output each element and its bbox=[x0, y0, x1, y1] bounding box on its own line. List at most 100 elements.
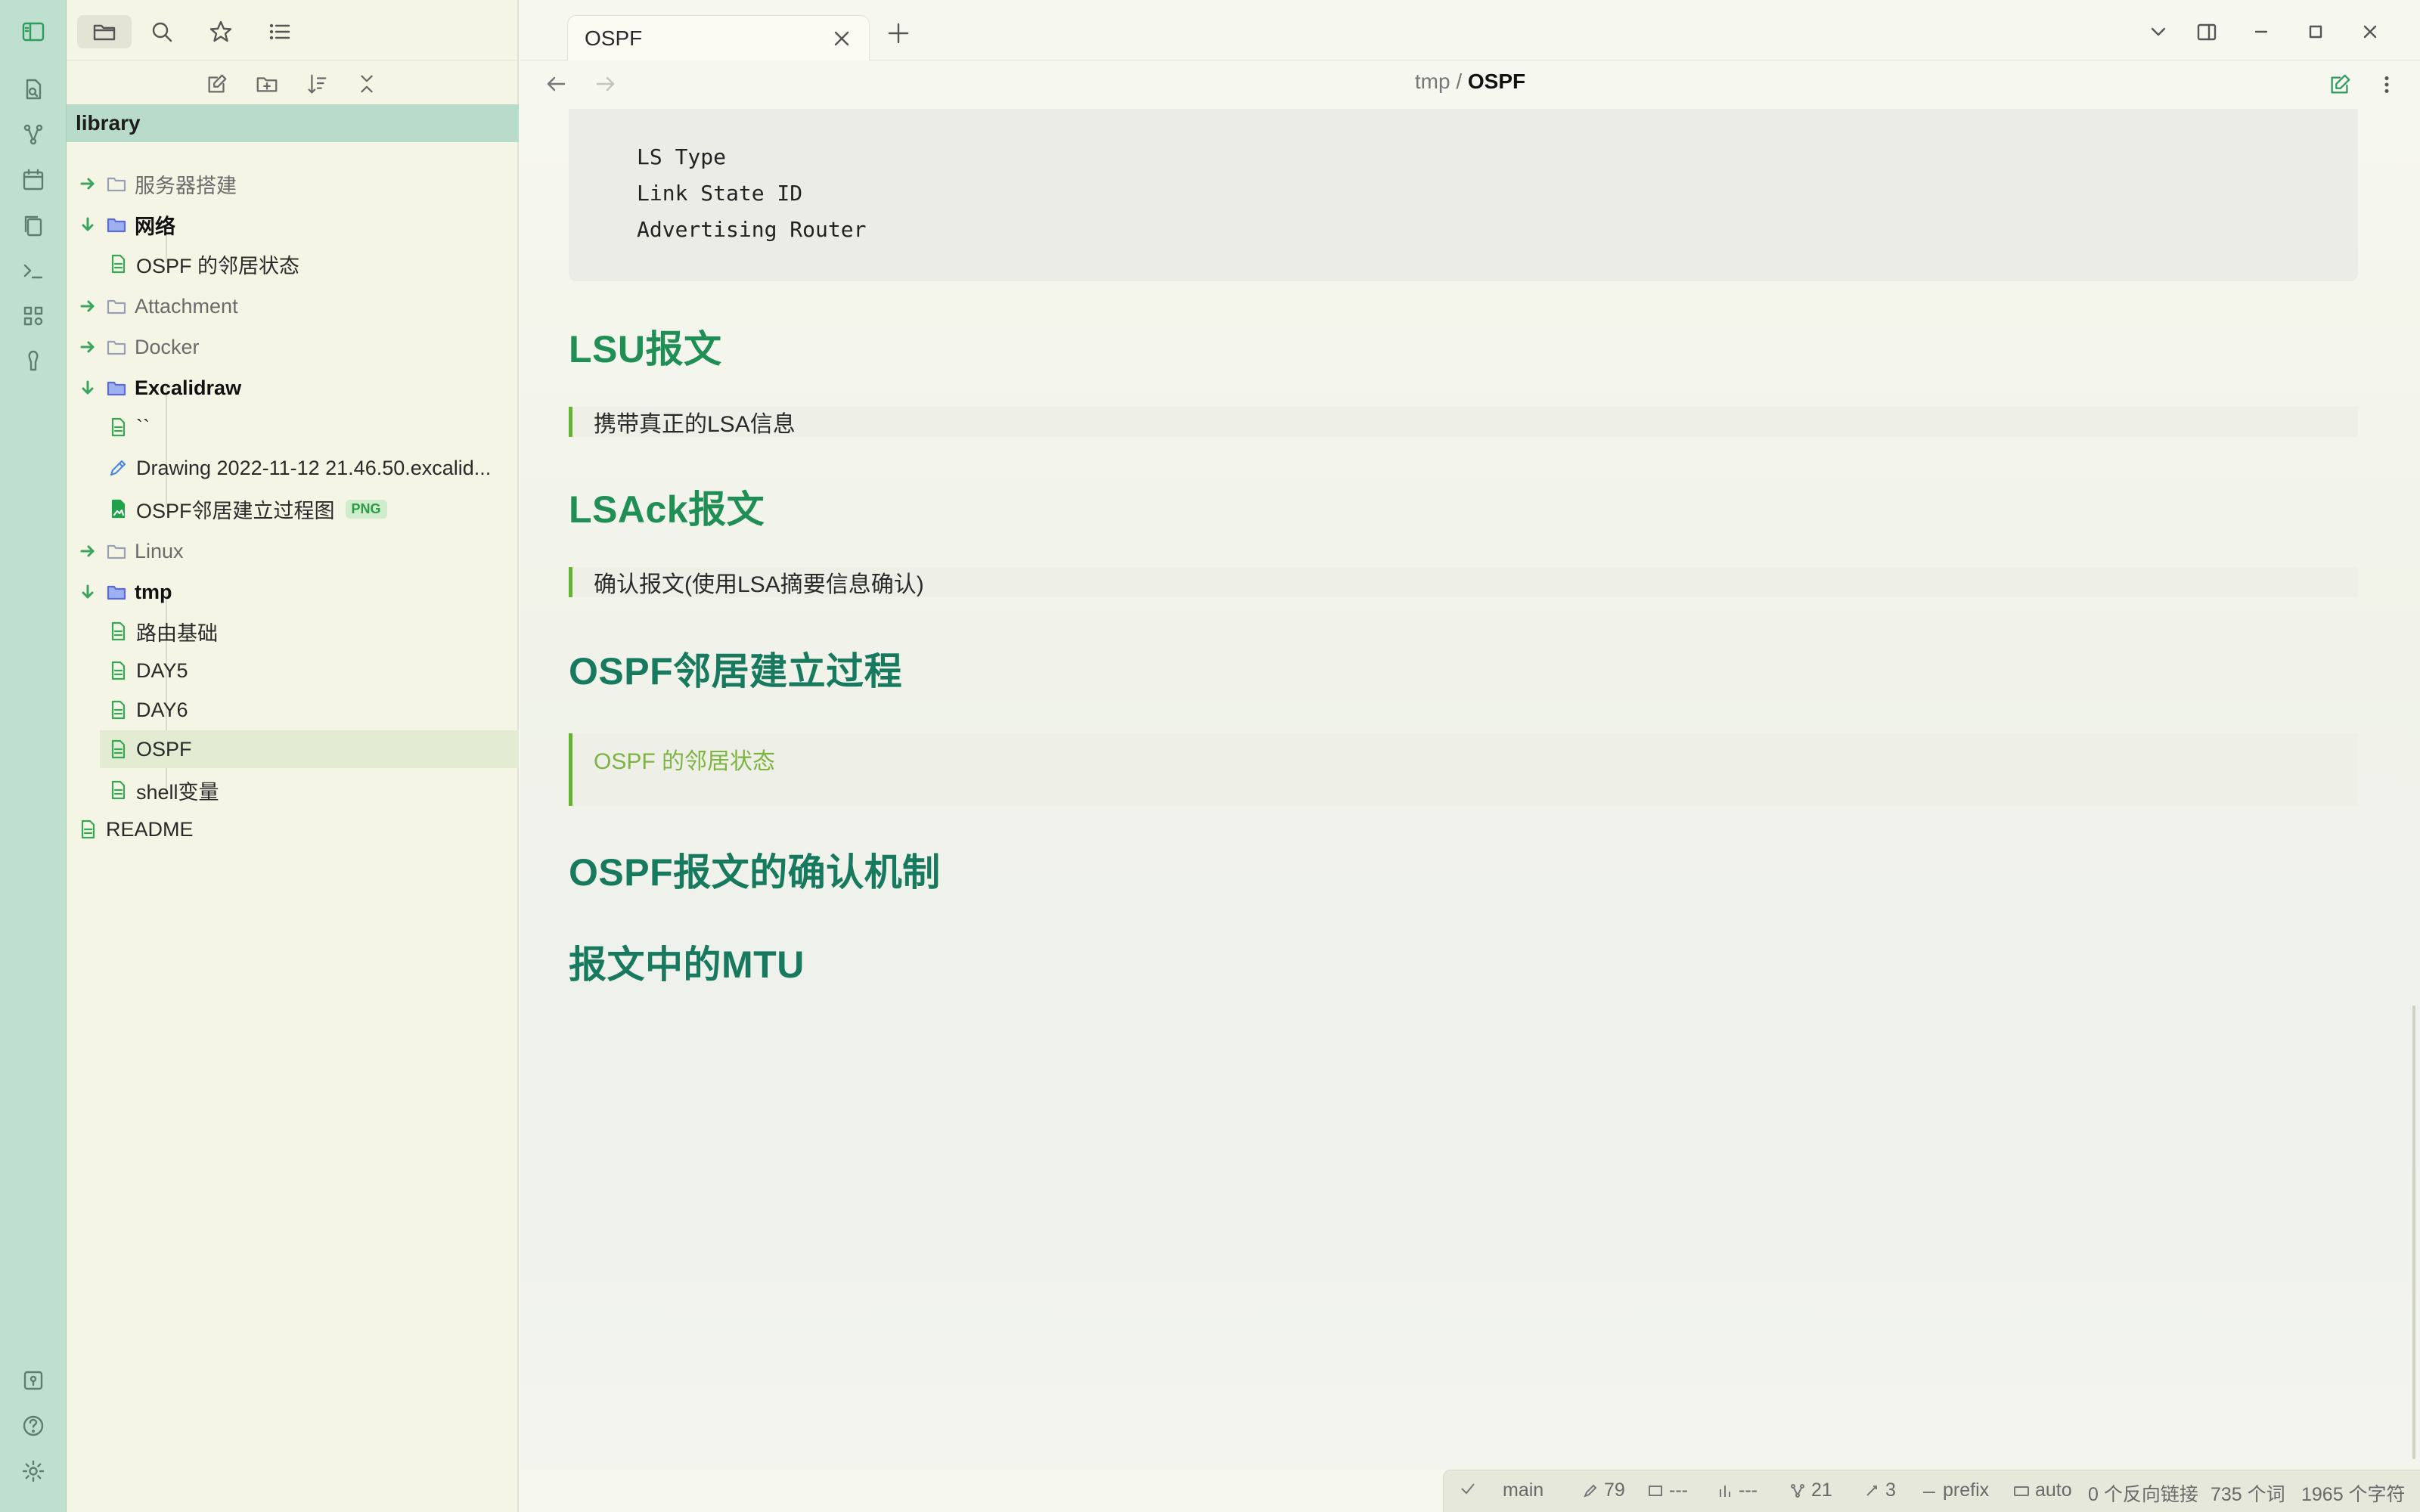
status-backlinks[interactable]: 0 个反向链接 bbox=[2088, 1479, 2198, 1507]
node-count: 21 bbox=[1811, 1479, 1832, 1501]
tree-file-label: shell变量 bbox=[136, 780, 219, 804]
status-value: --- bbox=[1739, 1479, 1758, 1501]
code-line: Link State ID bbox=[637, 181, 803, 206]
folder-icon bbox=[104, 172, 129, 196]
bars-icon bbox=[1720, 1485, 1730, 1497]
sync-check-icon[interactable] bbox=[1459, 1479, 1481, 1498]
new-tab-plus-icon[interactable] bbox=[885, 20, 912, 47]
status-item[interactable]: --- bbox=[1646, 1479, 1688, 1501]
maximize-window-icon[interactable] bbox=[2301, 17, 2331, 47]
close-icon[interactable] bbox=[830, 26, 854, 51]
tree-file-selected[interactable]: OSPF bbox=[100, 730, 519, 768]
pin-icon[interactable] bbox=[17, 345, 50, 378]
document-icon bbox=[106, 619, 130, 643]
tree-file[interactable]: shell变量 bbox=[67, 771, 519, 809]
tree-file[interactable]: OSPF 的邻居状态 bbox=[67, 245, 519, 283]
code-line: LS Type bbox=[637, 144, 727, 169]
folder-icon bbox=[104, 335, 129, 359]
status-item[interactable]: --- bbox=[1716, 1479, 1758, 1501]
tree-file[interactable]: `` bbox=[67, 408, 519, 446]
tree-folder[interactable]: tmp bbox=[67, 573, 519, 611]
help-icon[interactable] bbox=[17, 1409, 50, 1442]
file-explorer-sidebar: library 服务器搭建 网络 OSPF 的邻居状态 Attachment D… bbox=[67, 0, 519, 1512]
tree-file[interactable]: 路由基础 bbox=[67, 612, 519, 650]
tree-folder[interactable]: Attachment bbox=[67, 287, 519, 325]
close-window-icon[interactable] bbox=[2355, 17, 2385, 47]
tree-file[interactable]: DAY6 bbox=[67, 691, 519, 729]
tree-file-label: 路由基础 bbox=[136, 621, 218, 645]
plugins-icon[interactable] bbox=[17, 299, 50, 333]
tree-file-label: OSPF 的邻居状态 bbox=[136, 254, 300, 277]
tree-file[interactable]: OSPF邻居建立过程图 PNG bbox=[67, 490, 519, 528]
bookmarks-star-icon[interactable] bbox=[194, 15, 248, 48]
tree-folder[interactable]: Linux bbox=[67, 532, 519, 570]
tree-folder[interactable]: Docker bbox=[67, 328, 519, 366]
folder-open-icon bbox=[104, 376, 129, 400]
calendar-icon[interactable] bbox=[17, 163, 50, 197]
status-word-count: 735 个词 bbox=[2211, 1479, 2285, 1507]
file-explorer-toolbar bbox=[67, 67, 519, 101]
edit-mode-icon[interactable] bbox=[2325, 70, 2355, 100]
note-content[interactable]: LS Type Link State ID Advertising Router… bbox=[520, 109, 2420, 1470]
new-folder-icon[interactable] bbox=[248, 67, 286, 101]
view-header: tmp / OSPF bbox=[520, 62, 2420, 107]
abc-icon bbox=[1923, 1491, 1935, 1493]
breadcrumb-file[interactable]: OSPF bbox=[1468, 70, 1525, 93]
tree-folder-label: 服务器搭建 bbox=[135, 174, 237, 197]
sort-order-icon[interactable] bbox=[298, 67, 336, 101]
status-nodes[interactable]: 21 bbox=[1789, 1479, 1832, 1501]
link-count: 3 bbox=[1885, 1479, 1896, 1501]
status-links[interactable]: 3 bbox=[1863, 1479, 1896, 1501]
tree-file[interactable]: DAY5 bbox=[67, 652, 519, 689]
more-options-icon[interactable] bbox=[2372, 70, 2402, 100]
tree-file[interactable]: Drawing 2022-11-12 21.46.50.excalid... bbox=[67, 449, 519, 487]
tree-file[interactable]: README bbox=[67, 810, 519, 848]
tree-folder[interactable]: Excalidraw bbox=[67, 369, 519, 407]
tree-folder-label: Attachment bbox=[135, 294, 238, 318]
minimize-window-icon[interactable] bbox=[2246, 17, 2276, 47]
document-icon bbox=[106, 252, 130, 276]
tree-file-label: OSPF邻居建立过程图 bbox=[136, 499, 335, 522]
tree-folder[interactable]: 网络 bbox=[67, 206, 519, 243]
chevron-down-icon bbox=[77, 214, 98, 235]
scrollbar[interactable] bbox=[2412, 1005, 2415, 1459]
embedded-note[interactable]: OSPF 的邻居状态 bbox=[569, 733, 2358, 806]
vault-switch-icon[interactable] bbox=[17, 1364, 50, 1397]
left-ribbon bbox=[0, 0, 67, 1512]
settings-gear-icon[interactable] bbox=[17, 1455, 50, 1488]
tab-bar: OSPF bbox=[520, 0, 2420, 60]
breadcrumb-folder[interactable]: tmp bbox=[1415, 70, 1450, 93]
embedded-note-link[interactable]: OSPF 的邻居状态 bbox=[594, 742, 775, 776]
new-note-icon[interactable] bbox=[198, 67, 236, 101]
graph-view-icon[interactable] bbox=[17, 118, 50, 151]
document-icon bbox=[106, 415, 130, 439]
code-line: Advertising Router bbox=[637, 217, 867, 242]
breadcrumb-separator: / bbox=[1456, 70, 1463, 93]
tree-folder-label: Docker bbox=[135, 335, 200, 358]
folder-icon bbox=[104, 539, 129, 563]
link-icon bbox=[1866, 1485, 1877, 1496]
git-branch[interactable]: main bbox=[1503, 1479, 1544, 1501]
document-icon bbox=[106, 658, 130, 683]
copy-icon[interactable] bbox=[17, 209, 50, 242]
tree-file-label: README bbox=[106, 817, 194, 841]
terminal-icon[interactable] bbox=[17, 254, 50, 287]
edit-count-icon bbox=[1584, 1484, 1597, 1498]
search-tab-icon[interactable] bbox=[135, 15, 189, 48]
status-mode[interactable]: auto bbox=[2012, 1479, 2072, 1501]
tree-folder[interactable]: 服务器搭建 bbox=[67, 165, 519, 203]
status-edits[interactable]: 79 bbox=[1581, 1479, 1625, 1501]
files-tab-folder-icon[interactable] bbox=[77, 15, 132, 48]
tab-list-chevron-down-icon[interactable] bbox=[2143, 17, 2173, 47]
collapse-all-icon[interactable] bbox=[348, 67, 386, 101]
char-count-label: 1965 个字符 bbox=[2301, 1484, 2406, 1505]
tab-ospf[interactable]: OSPF bbox=[567, 15, 870, 60]
toggle-right-sidebar-icon[interactable] bbox=[2192, 17, 2222, 47]
tab-title: OSPF bbox=[585, 26, 643, 50]
chevron-down-icon bbox=[77, 581, 98, 603]
vault-name[interactable]: library bbox=[67, 104, 519, 142]
outline-list-icon[interactable] bbox=[253, 15, 307, 48]
sidebar-toggle-icon[interactable] bbox=[17, 15, 50, 48]
status-prefix[interactable]: prefix bbox=[1920, 1479, 1989, 1501]
quick-switcher-icon[interactable] bbox=[17, 73, 50, 106]
